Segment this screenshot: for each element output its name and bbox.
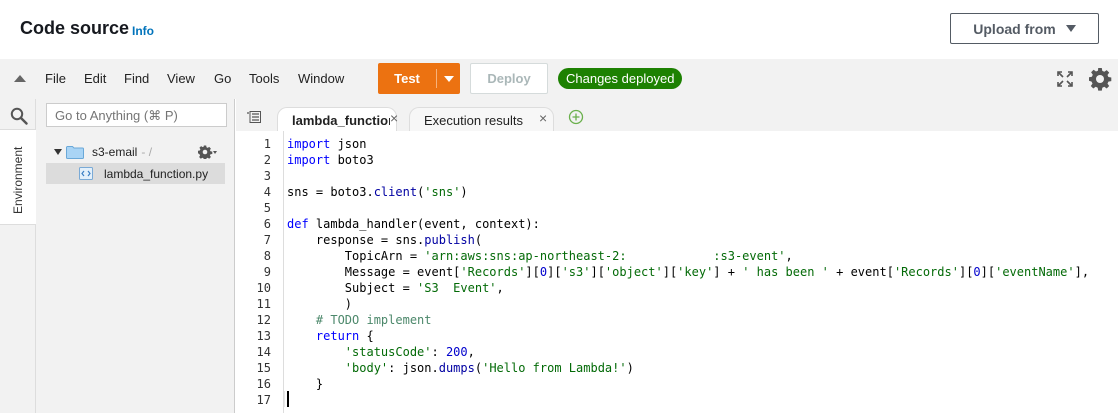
environment-tab-label: Environment [11, 146, 25, 214]
file-tree-panel: s3-email - / lambda_function.py [36, 99, 235, 413]
line-number: 16 [256, 377, 271, 391]
status-badge: Changes deployed [558, 68, 683, 89]
code-line: TopicArn = 'arn:aws:sns:ap-northeast-2: … [287, 249, 793, 263]
tree-settings-icon[interactable] [198, 145, 218, 159]
file-lambda-function[interactable]: lambda_function.py [46, 163, 225, 184]
code-line: def lambda_handler(event, context): [287, 217, 540, 231]
menu-go[interactable]: Go [214, 71, 231, 86]
code-line: Subject = 'S3 Event', [287, 281, 504, 295]
test-dropdown-icon[interactable] [444, 76, 454, 82]
gear-icon[interactable] [1088, 67, 1112, 91]
line-number: 15 [256, 361, 271, 375]
folder-icon [66, 146, 84, 159]
line-number: 6 [263, 217, 271, 231]
test-button[interactable]: Test [378, 63, 460, 94]
menu-view[interactable]: View [167, 71, 195, 86]
line-number: 2 [263, 153, 271, 167]
code-line: Message = event['Records'][0]['s3']['obj… [287, 265, 1090, 279]
code-line: response = sns.publish( [287, 233, 483, 247]
menu-find[interactable]: Find [124, 71, 149, 86]
folder-s3-email[interactable]: s3-email - / [54, 143, 152, 161]
close-icon[interactable]: × [539, 110, 547, 126]
python-file-icon [79, 167, 93, 180]
folder-path: - / [141, 145, 153, 159]
left-rail: Environment [0, 99, 36, 413]
code-line: 'statusCode': 200, [344, 345, 475, 359]
line-number: 14 [256, 345, 271, 359]
deploy-button[interactable]: Deploy [470, 63, 548, 94]
tab-execution-results[interactable]: Execution results × [409, 107, 554, 131]
code-line: # TODO implement [315, 313, 432, 327]
text-cursor [287, 391, 289, 407]
ide-toolbar: File Edit Find View Go Tools Window Test… [0, 59, 1118, 99]
file-name: lambda_function.py [104, 167, 209, 181]
code-line: sns = boto3.client('sns') [287, 185, 468, 199]
upload-from-label: Upload from [973, 20, 1056, 37]
code-line: import boto3 [287, 153, 374, 167]
close-icon[interactable]: × [390, 110, 398, 126]
upload-from-button[interactable]: Upload from [950, 13, 1099, 44]
search-icon[interactable] [10, 107, 28, 125]
page-title: Code source [20, 18, 130, 38]
menu-edit[interactable]: Edit [84, 71, 106, 86]
code-line: return { [315, 329, 374, 343]
line-number: 11 [256, 297, 271, 311]
menu-window[interactable]: Window [298, 71, 344, 86]
menu-file[interactable]: File [45, 71, 66, 86]
info-link[interactable]: Info [132, 24, 154, 38]
code-editor[interactable]: import json import boto3 sns = boto3.clien… [285, 131, 1118, 413]
editor-tab-bar: lambda_function × Execution results × [236, 99, 1118, 131]
line-number: 12 [256, 313, 271, 327]
test-button-divider [436, 69, 437, 88]
menu-tools[interactable]: Tools [249, 71, 279, 86]
expand-arrow-icon[interactable] [54, 149, 62, 155]
test-button-label: Test [394, 71, 420, 86]
code-line: } [287, 377, 324, 391]
code-source-header: Code source Info Upload from [0, 0, 1118, 59]
environment-tab[interactable]: Environment [0, 129, 36, 225]
line-number: 4 [263, 185, 271, 199]
add-tab-icon[interactable] [568, 109, 584, 125]
tab-label: lambda_function [292, 113, 390, 128]
line-number-gutter: 1 2 3 4 5 6 7 8 9 10 11 12 13 14 15 16 17 [236, 131, 284, 413]
folder-name: s3-email [92, 145, 138, 159]
tab-lambda-function[interactable]: lambda_function × [277, 107, 398, 131]
code-line: 'body': json.dumps('Hello from Lambda!') [344, 361, 634, 375]
tab-list-icon[interactable] [247, 111, 261, 123]
go-to-anything-input[interactable] [46, 103, 227, 127]
line-number: 13 [256, 329, 271, 343]
tab-label: Execution results [424, 113, 523, 128]
line-number: 8 [263, 249, 271, 263]
line-number: 1 [263, 137, 271, 151]
line-number: 3 [263, 169, 271, 183]
line-number: 7 [263, 233, 271, 247]
line-number: 9 [263, 265, 271, 279]
code-line: import json [287, 137, 367, 151]
line-number: 5 [263, 201, 271, 215]
code-line: ) [287, 297, 353, 311]
line-number: 17 [256, 393, 271, 407]
line-number: 10 [256, 281, 271, 295]
caret-down-icon [1065, 25, 1076, 32]
fullscreen-icon[interactable] [1056, 70, 1074, 88]
collapse-icon[interactable] [14, 75, 26, 82]
